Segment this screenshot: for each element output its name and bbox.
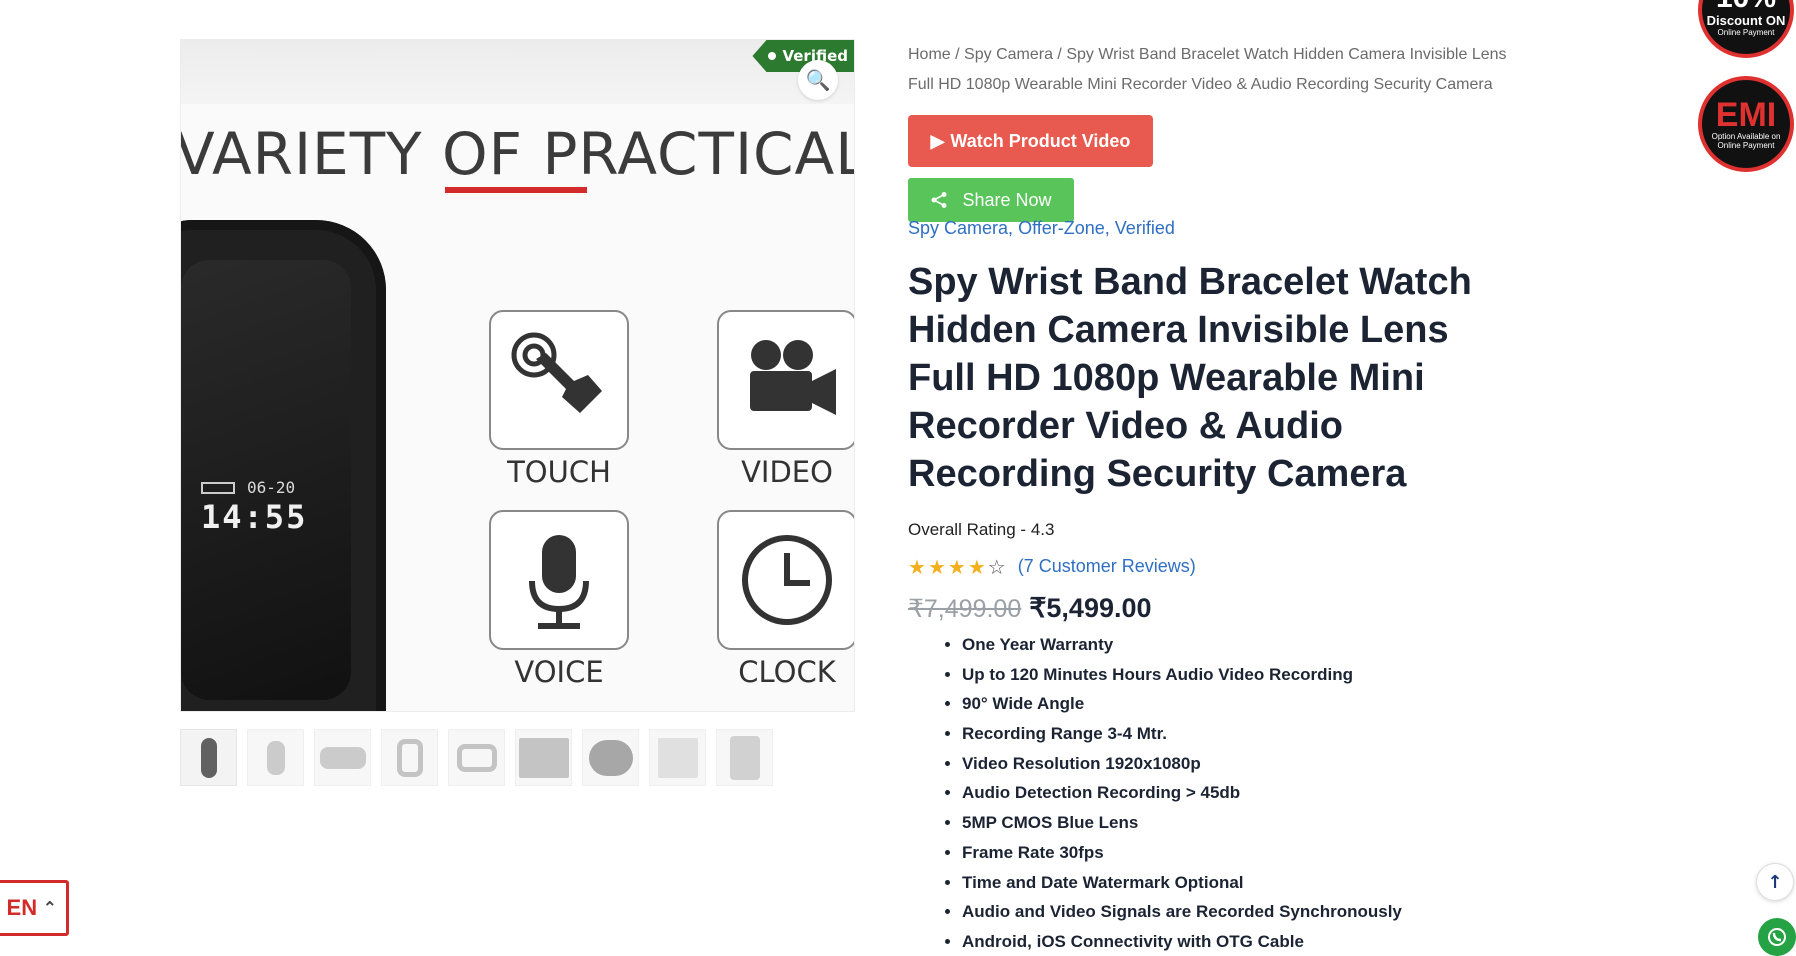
share-button[interactable]: Share Now [908, 178, 1074, 222]
feature-label-touch: TOUCH [507, 455, 611, 489]
product-main-image[interactable]: VARIETY OF PRACTICAL 06-20 14:55 TOUCH V… [180, 39, 855, 712]
star-outline-icon: ☆ [987, 554, 1006, 579]
product-categories: Spy Camera, Offer-Zone, Verified [908, 218, 1175, 239]
star-icon: ★ [908, 554, 926, 579]
breadcrumb-container: Home / Spy Camera / Spy Wrist Band Brace… [908, 40, 1528, 100]
thumbnail-5[interactable] [448, 729, 505, 786]
thumbnail-6[interactable] [515, 729, 572, 786]
magnifier-icon[interactable]: 🔍 [798, 60, 838, 100]
list-item: Android, iOS Connectivity with OTG Cable [962, 927, 1402, 956]
discount-badge[interactable]: 10% Discount ON Online Payment [1698, 0, 1794, 58]
play-icon: ▶ [930, 130, 945, 151]
list-item: Audio Detection Recording > 45db [962, 778, 1402, 808]
star-icon: ★ [967, 554, 986, 579]
touch-icon [489, 310, 629, 450]
share-label: Share Now [962, 189, 1052, 210]
customer-reviews-link[interactable]: (7 Customer Reviews) [1018, 556, 1196, 577]
emi-note: Option Available on Online Payment [1711, 132, 1781, 150]
watch-time: 14:55 [201, 498, 308, 536]
discount-label: Discount ON [1706, 13, 1786, 28]
list-item: 90° Wide Angle [962, 689, 1402, 719]
list-item: One Year Warranty [962, 630, 1402, 660]
breadcrumb-separator: / [955, 46, 960, 63]
thumbnail-1[interactable] [180, 729, 237, 786]
headline-underline [445, 187, 587, 193]
star-rating: ★ ★ ★ ★ ☆ (7 Customer Reviews) [908, 556, 1196, 577]
image-top-strip [181, 40, 854, 104]
microphone-icon [489, 510, 629, 650]
star-icon: ★ [927, 554, 946, 579]
breadcrumb-separator: / [1057, 46, 1062, 63]
thumbnail-9[interactable] [716, 729, 773, 786]
image-headline: VARIETY OF PRACTICAL [180, 120, 855, 188]
sale-price: ₹5,499.00 [1029, 593, 1152, 623]
scroll-to-top-button[interactable]: ↑ [1756, 863, 1794, 901]
thumbnail-4[interactable] [381, 729, 438, 786]
emi-badge[interactable]: EMI Option Available on Online Payment [1698, 76, 1794, 172]
thumbnail-2[interactable] [247, 729, 304, 786]
overall-rating: Overall Rating - 4.3 [908, 520, 1055, 539]
watch-date: 06-20 [247, 478, 296, 497]
watch-video-button[interactable]: ▶ Watch Product Video [908, 115, 1153, 167]
feature-label-clock: CLOCK [738, 655, 836, 689]
breadcrumb-category[interactable]: Spy Camera [964, 46, 1053, 63]
thumbnail-3[interactable] [314, 729, 371, 786]
breadcrumb: Home / Spy Camera / Spy Wrist Band Brace… [908, 40, 1528, 100]
list-item: Audio and Video Signals are Recorded Syn… [962, 897, 1402, 927]
language-code: EN [6, 895, 38, 920]
list-item: Frame Rate 30fps [962, 838, 1402, 868]
feature-label-voice: VOICE [514, 655, 604, 689]
breadcrumb-home[interactable]: Home [908, 46, 951, 63]
clock-icon [717, 510, 854, 650]
discount-note: Online Payment [1717, 28, 1775, 37]
list-item: Time and Date Watermark Optional [962, 868, 1402, 898]
whatsapp-icon[interactable] [1758, 918, 1796, 956]
video-camera-icon [717, 310, 854, 450]
list-item: Up to 120 Minutes Hours Audio Video Reco… [962, 660, 1402, 690]
discount-percent: 10% [1716, 0, 1776, 13]
price-block: ₹7,499.00 ₹5,499.00 [908, 593, 1152, 624]
thumbnail-7[interactable] [582, 729, 639, 786]
list-item: Recording Range 3-4 Mtr. [962, 719, 1402, 749]
arrow-up-icon: ↑ [1767, 871, 1783, 893]
list-item: 5MP CMOS Blue Lens [962, 808, 1402, 838]
chevron-up-icon: ⌃ [43, 900, 57, 917]
list-item: Video Resolution 1920x1080p [962, 749, 1402, 779]
emi-label: EMI [1715, 96, 1777, 134]
category-link-offer-zone[interactable]: Offer-Zone, [1018, 218, 1110, 238]
feature-label-video: VIDEO [741, 455, 833, 489]
original-price: ₹7,499.00 [908, 595, 1022, 623]
feature-list: One Year Warranty Up to 120 Minutes Hour… [962, 630, 1402, 956]
watch-video-label: Watch Product Video [950, 130, 1131, 151]
watch-illustration: 06-20 14:55 [181, 220, 386, 711]
star-icon: ★ [947, 554, 966, 579]
battery-icon [201, 482, 235, 494]
thumbnail-strip [180, 729, 773, 786]
category-link-spy-camera[interactable]: Spy Camera, [908, 218, 1013, 238]
share-icon [931, 192, 947, 208]
language-switcher[interactable]: EN ⌃ [0, 880, 69, 936]
category-link-verified[interactable]: Verified [1115, 218, 1175, 238]
thumbnail-8[interactable] [649, 729, 706, 786]
product-title: Spy Wrist Band Bracelet Watch Hidden Cam… [908, 261, 1472, 495]
